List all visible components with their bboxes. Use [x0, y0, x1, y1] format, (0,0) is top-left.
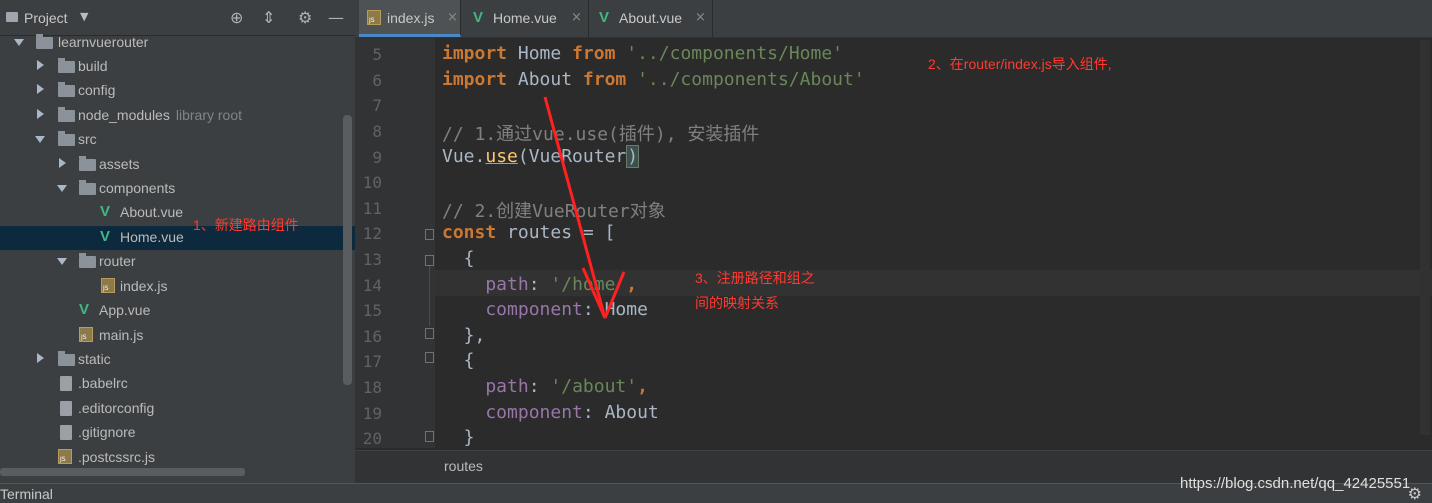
annotation-3-line2: 间的映射关系 — [695, 295, 779, 311]
annotation-2: 2、在router/index.js导入组件, — [928, 56, 1112, 72]
watermark: https://blog.csdn.net/qq_42425551 — [1180, 475, 1411, 492]
annotation-arrow — [543, 96, 626, 319]
annotation-3-line1: 3、注册路径和组之 — [695, 270, 815, 286]
annotation-1: 1、新建路由组件 — [193, 217, 299, 233]
arrow-shaft — [543, 96, 607, 319]
arrow-head-right — [603, 271, 626, 319]
